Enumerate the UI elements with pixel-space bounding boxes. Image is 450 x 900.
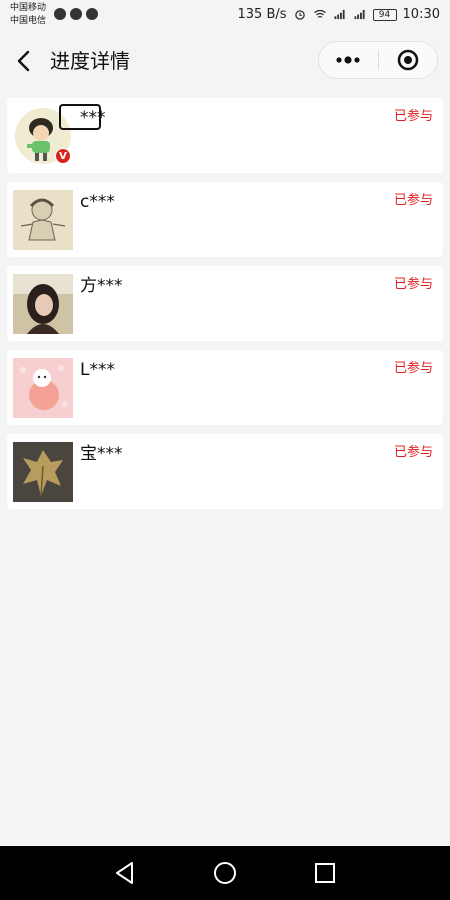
carrier-1: 中国移动 — [10, 3, 47, 13]
avatar — [13, 190, 73, 250]
status-right: 135 B/s 94 10:30 — [238, 7, 441, 22]
more-dots-icon — [336, 56, 360, 64]
back-triangle-icon[interactable] — [112, 860, 138, 886]
notification-icons — [54, 8, 98, 20]
avatar — [13, 274, 73, 334]
participant-list: V *** 已参与 c*** 已参与 方*** 已参与 L*** 已参与 宝**… — [7, 98, 443, 518]
network-speed: 135 B/s — [237, 7, 287, 22]
participant-name: 方*** — [80, 276, 123, 296]
page-title: 进度详情 — [50, 49, 130, 73]
list-item[interactable]: 宝*** 已参与 — [7, 434, 443, 509]
participation-status: 已参与 — [393, 193, 433, 208]
more-button[interactable] — [319, 41, 378, 79]
participant-name: 宝*** — [80, 444, 123, 464]
status-bar: 中国移动 中国电信 135 B/s 94 10:30 — [0, 0, 450, 32]
home-circle-icon[interactable] — [212, 860, 238, 886]
participation-status: 已参与 — [393, 277, 433, 292]
list-item[interactable]: 方*** 已参与 — [7, 266, 443, 341]
close-button[interactable] — [378, 41, 437, 79]
participant-name: *** — [80, 108, 106, 128]
battery-icon: 94 — [372, 8, 397, 21]
carrier-2: 中国电信 — [10, 16, 47, 26]
participant-name: L*** — [80, 360, 115, 380]
back-arrow-icon[interactable] — [14, 48, 34, 74]
list-item[interactable]: c*** 已参与 — [7, 182, 443, 257]
message-icon — [86, 8, 98, 20]
nav-bar: 进度详情 — [0, 32, 450, 90]
signal-icon-2 — [354, 9, 365, 20]
avatar — [13, 442, 73, 502]
avatar — [13, 358, 73, 418]
mini-program-capsule — [318, 41, 438, 79]
verified-badge: V — [55, 148, 71, 164]
recents-square-icon[interactable] — [312, 860, 338, 886]
close-target-icon — [397, 49, 418, 71]
alarm-icon — [294, 10, 305, 20]
participation-status: 已参与 — [393, 109, 433, 124]
clock: 10:30 — [402, 7, 440, 22]
participation-status: 已参与 — [393, 445, 433, 460]
list-item[interactable]: V *** 已参与 — [7, 98, 443, 173]
participant-name: c*** — [80, 192, 115, 212]
system-nav-bar — [0, 846, 450, 900]
participation-status: 已参与 — [393, 361, 433, 376]
carrier-info: 中国移动 中国电信 — [10, 2, 46, 28]
wifi-icon — [313, 9, 326, 18]
wechat-icon — [70, 8, 82, 20]
list-item[interactable]: L*** 已参与 — [7, 350, 443, 425]
volte-icon — [54, 8, 66, 20]
signal-icon-1 — [334, 9, 345, 20]
